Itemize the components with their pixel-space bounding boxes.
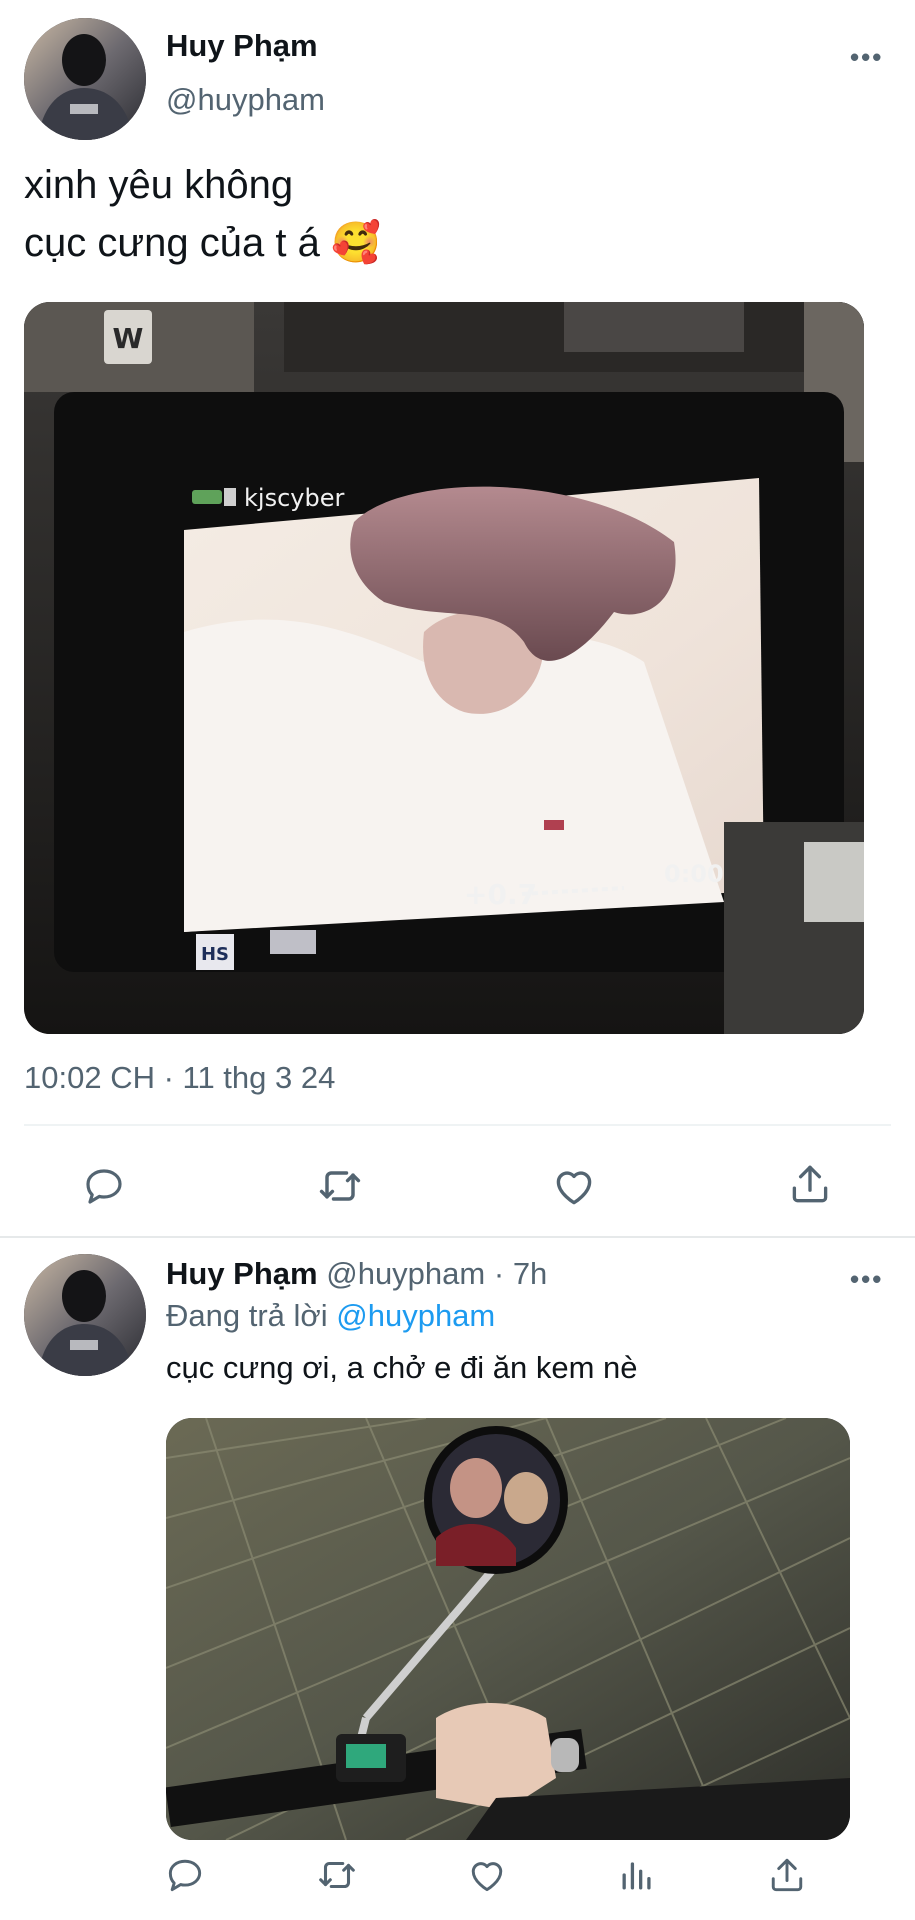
replying-to-link[interactable]: @huypham [336,1298,495,1333]
tweet-text-line-1: xinh yêu không [24,163,294,207]
like-icon[interactable] [546,1158,602,1214]
reply-text: cục cưng ơi, a chở e đi ăn kem nè [166,1350,638,1385]
more-options-icon[interactable]: ••• [850,44,883,70]
section-separator [0,1236,915,1238]
reply-time[interactable]: 7h [513,1256,547,1291]
replying-to: Đang trả lời @huypham [166,1298,495,1334]
reply-retweet-icon[interactable] [312,1850,362,1900]
reply-share-icon[interactable] [762,1850,812,1900]
avatar-image [24,1254,146,1376]
retweet-icon[interactable] [312,1158,368,1214]
tweet-text: xinh yêu không cục cưng của t á 🥰 [24,156,381,272]
divider [24,1124,891,1126]
handle[interactable]: @huypham [166,82,325,118]
reply-avatar[interactable] [24,1254,146,1376]
reply-separator: · [493,1256,505,1291]
tweet-media-image[interactable]: W kjscyber +0.7 0:00:55 HS [24,302,864,1034]
reply-media-image[interactable] [166,1418,850,1840]
tweet-timestamp[interactable]: 10:02 CH · 11 thg 3 24 [24,1060,335,1096]
hs-badge: HS [201,944,229,965]
reply-like-icon[interactable] [462,1850,512,1900]
avatar[interactable] [24,18,146,140]
reply-handle[interactable]: @huypham [326,1256,485,1291]
display-name[interactable]: Huy Phạm [166,28,318,64]
share-icon[interactable] [782,1156,838,1212]
svg-text:W: W [113,322,144,355]
camera-monitor-photo: W kjscyber +0.7 0:00:55 HS [24,302,864,1034]
reply-analytics-icon[interactable] [612,1850,662,1900]
reply-header: Huy Phạm @huypham · 7h [166,1256,547,1292]
replying-to-prefix: Đang trả lời [166,1298,328,1333]
smiling-face-with-hearts-emoji: 🥰 [330,221,381,265]
tweet-text-line-2: cục cưng của t á 🥰 [24,214,381,272]
reply-display-name[interactable]: Huy Phạm [166,1256,318,1291]
camera-name-label: kjscyber [244,484,344,512]
reply-icon[interactable] [76,1158,132,1214]
scooter-mirror-photo [166,1418,850,1840]
avatar-image [24,18,146,140]
reply-reply-icon[interactable] [160,1850,210,1900]
reply-more-options-icon[interactable]: ••• [850,1266,883,1292]
tweet-text-line-2-text: cục cưng của t á [24,221,320,265]
